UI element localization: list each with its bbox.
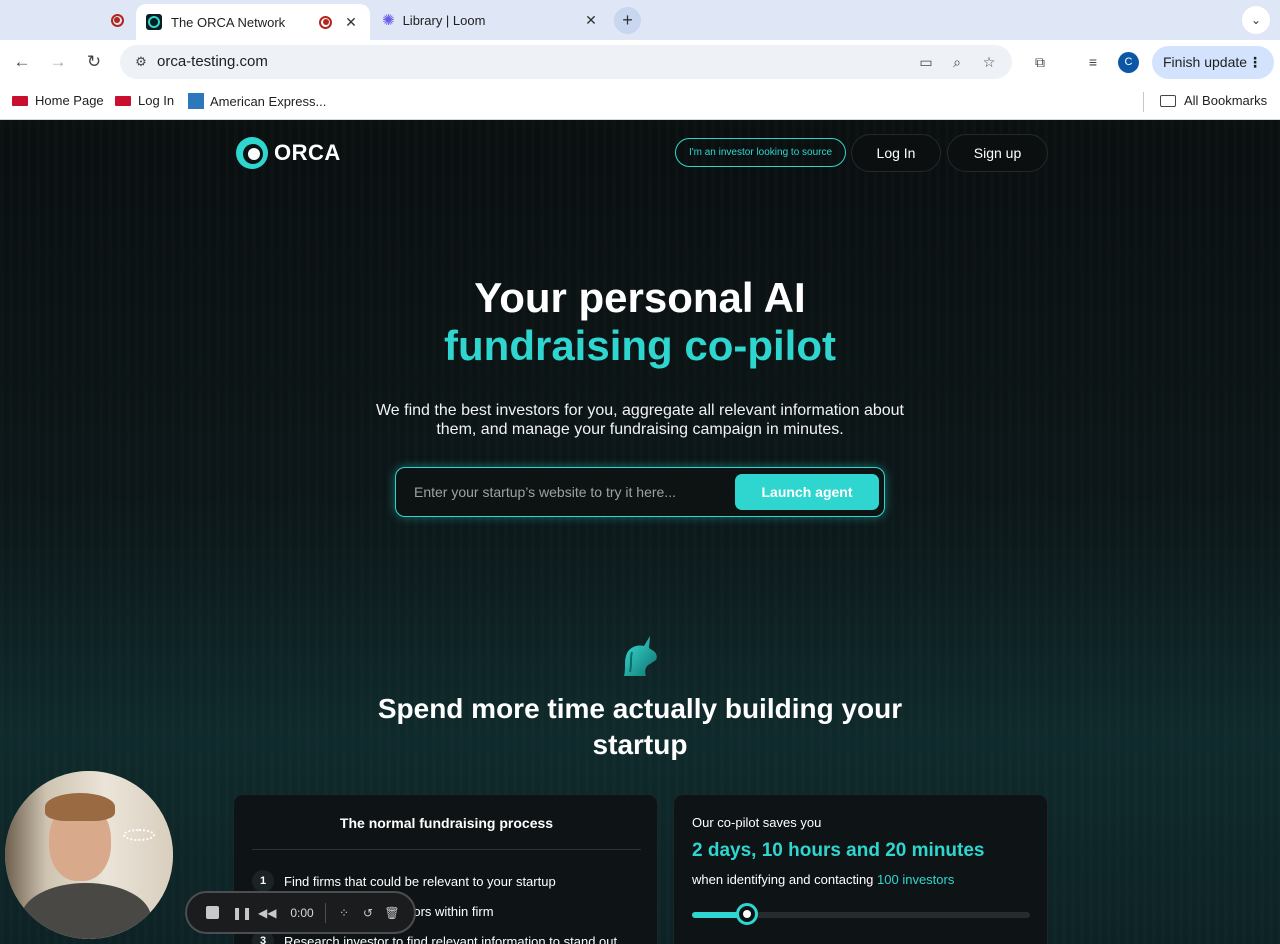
profile-avatar[interactable]: C xyxy=(1118,52,1139,73)
savings-detail-prefix: when identifying and contacting xyxy=(692,872,874,887)
process-step: 1 Find firms that could be relevant to y… xyxy=(252,870,556,892)
url-text[interactable]: orca-testing.com xyxy=(157,53,268,70)
startup-website-form: Launch agent xyxy=(395,467,885,517)
tab-title: Library | Loom xyxy=(402,12,486,28)
drawing-grid-icon[interactable]: ⁘ xyxy=(335,904,353,922)
investor-count: 100 investors xyxy=(877,872,955,887)
recording-tab[interactable] xyxy=(98,0,136,40)
startup-website-input[interactable] xyxy=(408,478,728,506)
step-text: Research investor to find relevant infor… xyxy=(284,933,618,944)
login-button[interactable]: Log In xyxy=(851,134,941,172)
tab-loom-library[interactable]: ✺ Library | Loom ✕ xyxy=(372,0,610,40)
recording-icon xyxy=(319,15,332,29)
all-bookmarks-label: All Bookmarks xyxy=(1184,93,1268,108)
tab-search-chevron-icon[interactable]: ⌄ xyxy=(1242,6,1270,34)
back-arrow-icon[interactable]: ← xyxy=(8,48,36,76)
close-tab-icon[interactable]: ✕ xyxy=(342,14,360,31)
bookmarks-bar: Home Page Log In American Express... All… xyxy=(0,84,1280,120)
bookmark-favicon-icon xyxy=(115,95,131,106)
investor-count-slider[interactable] xyxy=(692,903,1030,925)
browser-toolbar: ← → ↻ ⚙ orca-testing.com ▭ ⌕ ☆ ⧉ ≡ C Fin… xyxy=(0,40,1280,84)
orca-logo[interactable]: ORCA xyxy=(236,137,341,169)
forward-arrow-icon[interactable]: → xyxy=(44,48,72,76)
orca-logo-icon xyxy=(236,137,268,169)
finish-update-label: Finish update xyxy=(1163,54,1248,70)
logo-text: ORCA xyxy=(274,140,341,165)
recording-timer: 0:00 xyxy=(290,906,314,920)
savings-label: Our co-pilot saves you xyxy=(692,815,822,830)
webcam-person-hair xyxy=(45,793,115,821)
bookmark-home-page[interactable]: Home Page xyxy=(12,93,104,108)
restart-icon[interactable]: ↺ xyxy=(359,904,377,922)
step-text: Find firms that could be relevant to you… xyxy=(284,873,556,889)
time-saved: 2 days, 10 hours and 20 minutes xyxy=(692,840,985,861)
step-number: 1 xyxy=(252,870,274,892)
new-tab-button[interactable]: + xyxy=(614,7,641,34)
webcam-bubble[interactable] xyxy=(5,771,173,939)
orca-landing-page: ORCA I'm an investor looking to source L… xyxy=(0,121,1280,944)
media-controls-icon[interactable]: ≡ xyxy=(1081,50,1105,74)
controls-divider xyxy=(325,903,326,923)
rewind-icon[interactable]: ◀◀ xyxy=(258,904,276,922)
browser-tab-strip: The ORCA Network ✕ ✺ Library | Loom ✕ + … xyxy=(0,0,1280,40)
all-bookmarks-button[interactable]: All Bookmarks xyxy=(1160,93,1267,108)
bookmark-log-in[interactable]: Log In xyxy=(115,93,174,108)
card-divider xyxy=(252,849,641,850)
signup-button[interactable]: Sign up xyxy=(947,134,1048,172)
finish-update-button[interactable]: Finish update ⋮ xyxy=(1152,46,1274,79)
bookmark-label: American Express... xyxy=(210,93,327,109)
bookmark-american-express[interactable]: American Express... xyxy=(188,93,326,109)
orca-favicon-icon xyxy=(146,14,162,30)
amex-favicon-icon xyxy=(188,93,204,109)
savings-detail: when identifying and contacting 100 inve… xyxy=(692,872,954,887)
tab-title: The ORCA Network xyxy=(171,14,286,30)
trash-icon[interactable]: 🗑 xyxy=(383,904,401,922)
unicorn-icon xyxy=(624,636,657,676)
reload-icon[interactable]: ↻ xyxy=(80,48,108,76)
bookmark-label: Home Page xyxy=(35,93,104,108)
more-menu-icon[interactable]: ⋮ xyxy=(1248,46,1262,79)
hero-title-line1: Your personal AI xyxy=(474,274,806,321)
bookmark-favicon-icon xyxy=(12,95,28,106)
folder-icon xyxy=(1160,94,1176,107)
investor-sourcing-button[interactable]: I'm an investor looking to source xyxy=(675,138,846,167)
copilot-savings-card: Our co-pilot saves you 2 days, 10 hours … xyxy=(673,794,1048,944)
slider-thumb[interactable] xyxy=(735,903,758,925)
camera-icon[interactable]: ▭ xyxy=(915,51,937,73)
section-title: Spend more time actually building your s… xyxy=(377,693,903,760)
recording-icon xyxy=(110,13,124,27)
bookmark-label: Log In xyxy=(138,93,175,108)
bookmark-star-icon[interactable]: ☆ xyxy=(978,51,1000,73)
hero-title-line2: fundraising co-pilot xyxy=(444,322,836,369)
site-info-icon[interactable]: ⚙ xyxy=(128,49,154,75)
loom-favicon-icon: ✺ xyxy=(382,12,395,29)
pause-icon[interactable]: ❚❚ xyxy=(232,904,252,922)
hero-subtitle: We find the best investors for you, aggr… xyxy=(375,402,904,438)
loom-recording-controls: ❚❚ ◀◀ 0:00 ⁘ ↺ 🗑 xyxy=(185,891,416,934)
tab-orca-network[interactable]: The ORCA Network ✕ xyxy=(136,4,370,40)
launch-agent-button[interactable]: Launch agent xyxy=(735,474,879,510)
stop-recording-button[interactable] xyxy=(204,904,221,922)
ceiling-light xyxy=(123,829,155,841)
bookmarks-divider xyxy=(1143,92,1144,112)
zoom-icon[interactable]: ⌕ xyxy=(946,51,968,73)
extensions-icon[interactable]: ⧉ xyxy=(1028,50,1052,74)
close-tab-icon[interactable]: ✕ xyxy=(582,12,600,29)
card-title: The normal fundraising process xyxy=(339,815,554,831)
address-bar[interactable]: ⚙ orca-testing.com ▭ ⌕ ☆ xyxy=(120,45,1012,79)
